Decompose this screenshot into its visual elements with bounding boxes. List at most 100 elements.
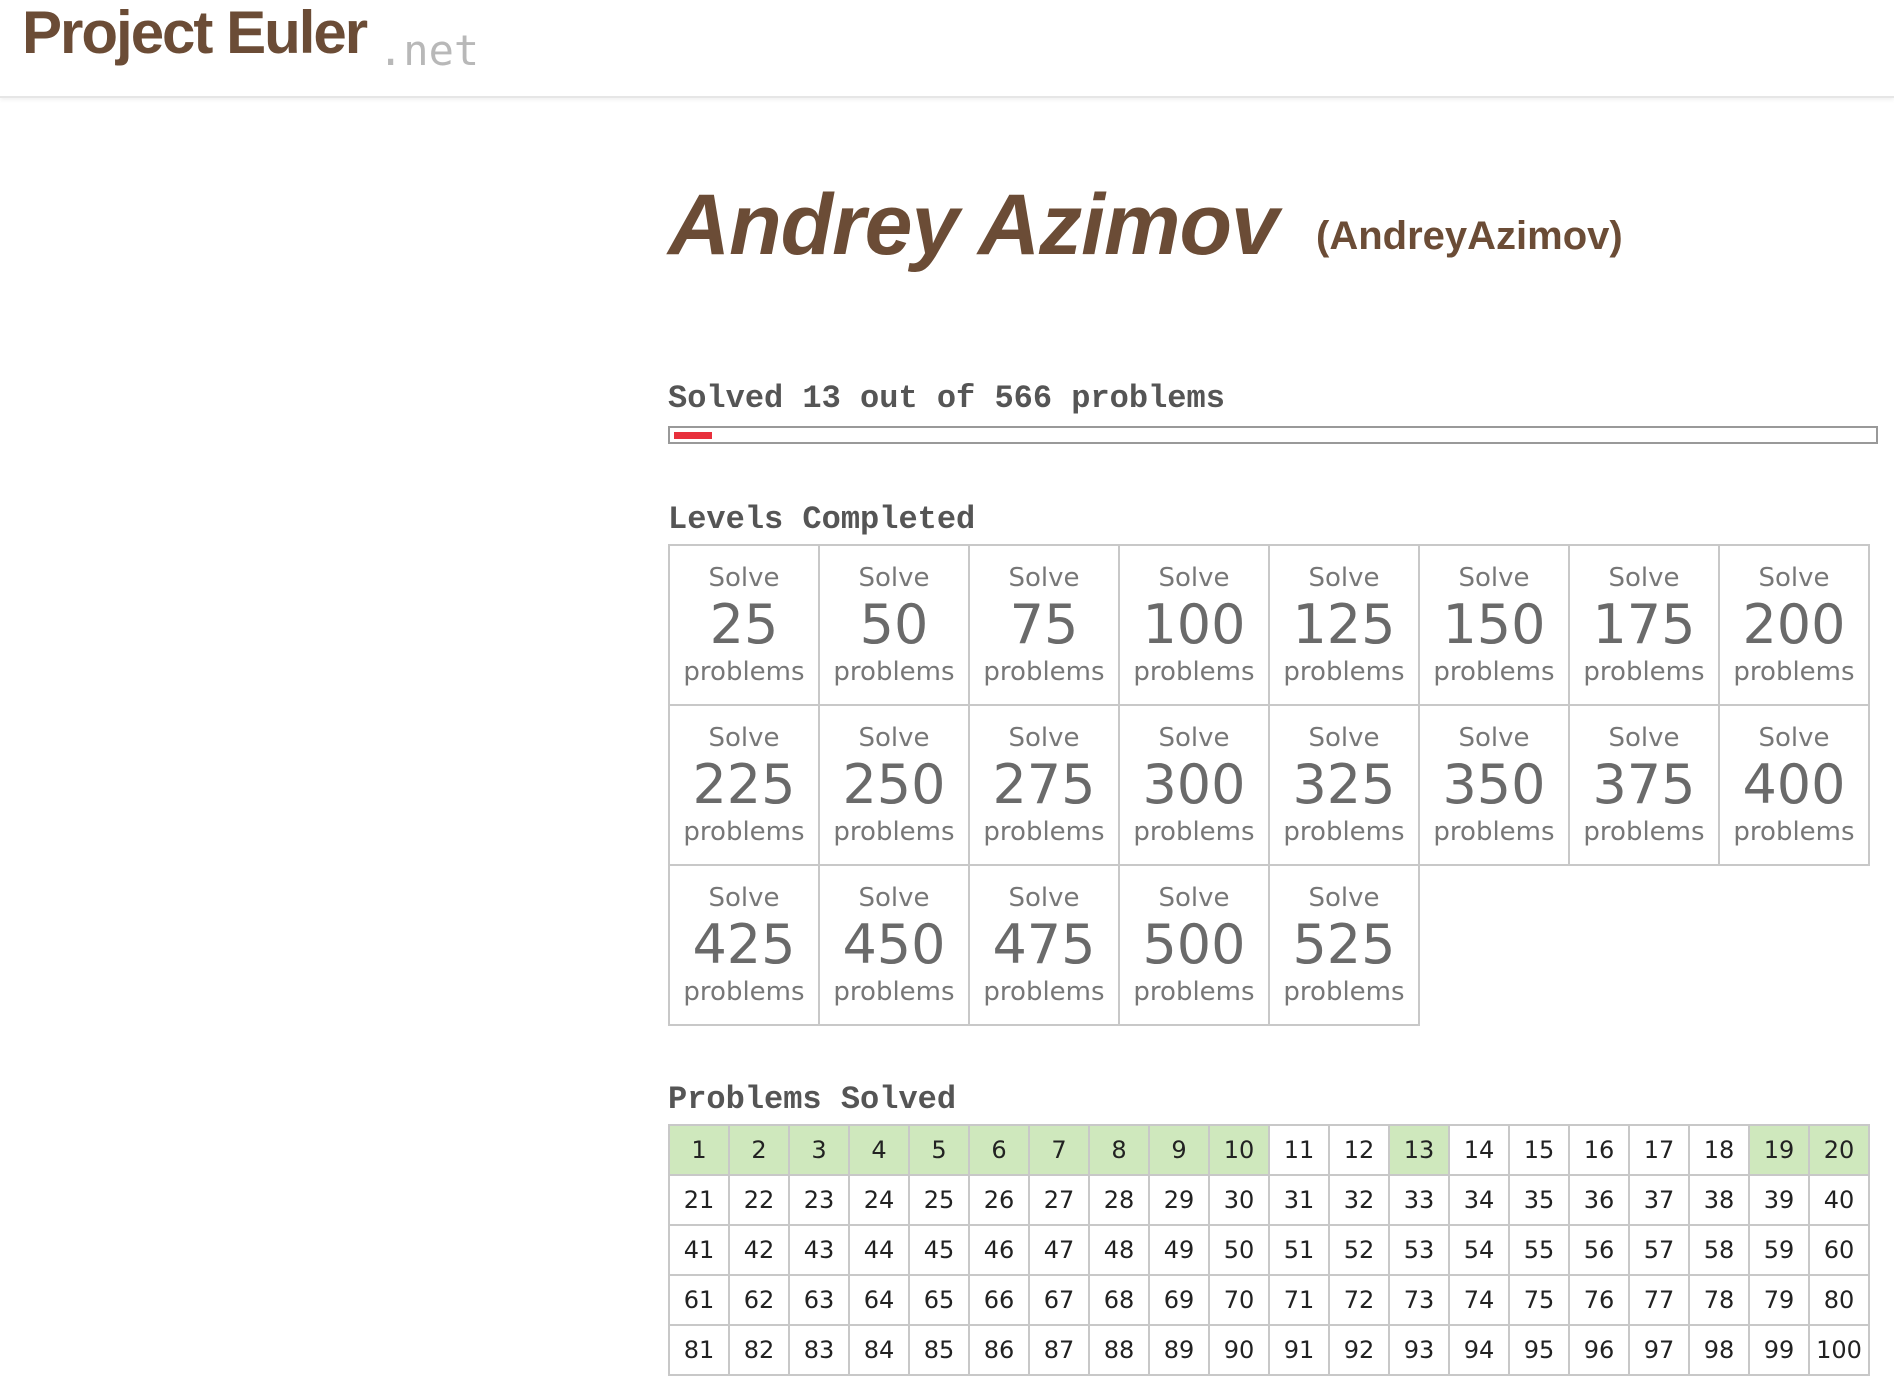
problem-cell[interactable]: 21 <box>670 1176 730 1226</box>
problem-cell-solved[interactable]: 13 <box>1390 1126 1450 1176</box>
problem-cell[interactable]: 76 <box>1570 1276 1630 1326</box>
problem-cell[interactable]: 91 <box>1270 1326 1330 1376</box>
problem-cell[interactable]: 65 <box>910 1276 970 1326</box>
problem-cell[interactable]: 56 <box>1570 1226 1630 1276</box>
problem-cell[interactable]: 88 <box>1090 1326 1150 1376</box>
problem-cell[interactable]: 66 <box>970 1276 1030 1326</box>
problem-cell[interactable]: 29 <box>1150 1176 1210 1226</box>
problem-cell[interactable]: 99 <box>1750 1326 1810 1376</box>
problem-cell-solved[interactable]: 8 <box>1090 1126 1150 1176</box>
problem-cell[interactable]: 90 <box>1210 1326 1270 1376</box>
problem-cell[interactable]: 61 <box>670 1276 730 1326</box>
problem-cell-solved[interactable]: 20 <box>1810 1126 1870 1176</box>
problem-cell[interactable]: 94 <box>1450 1326 1510 1376</box>
problem-cell[interactable]: 49 <box>1150 1226 1210 1276</box>
problem-cell[interactable]: 16 <box>1570 1126 1630 1176</box>
problem-cell[interactable]: 46 <box>970 1226 1030 1276</box>
problem-cell-solved[interactable]: 9 <box>1150 1126 1210 1176</box>
problem-cell[interactable]: 45 <box>910 1226 970 1276</box>
problem-cell[interactable]: 22 <box>730 1176 790 1226</box>
problem-cell[interactable]: 15 <box>1510 1126 1570 1176</box>
problem-cell-solved[interactable]: 4 <box>850 1126 910 1176</box>
problem-cell[interactable]: 92 <box>1330 1326 1390 1376</box>
problem-cell-solved[interactable]: 19 <box>1750 1126 1810 1176</box>
problem-cell[interactable]: 59 <box>1750 1226 1810 1276</box>
problem-cell[interactable]: 36 <box>1570 1176 1630 1226</box>
problem-cell[interactable]: 68 <box>1090 1276 1150 1326</box>
problem-cell[interactable]: 23 <box>790 1176 850 1226</box>
problem-cell[interactable]: 42 <box>730 1226 790 1276</box>
problem-cell[interactable]: 60 <box>1810 1226 1870 1276</box>
problem-cell[interactable]: 73 <box>1390 1276 1450 1326</box>
problem-cell[interactable]: 47 <box>1030 1226 1090 1276</box>
problem-cell[interactable]: 62 <box>730 1276 790 1326</box>
problem-cell[interactable]: 28 <box>1090 1176 1150 1226</box>
problem-cell[interactable]: 55 <box>1510 1226 1570 1276</box>
problem-cell[interactable]: 81 <box>670 1326 730 1376</box>
problem-cell[interactable]: 85 <box>910 1326 970 1376</box>
problem-cell[interactable]: 27 <box>1030 1176 1090 1226</box>
problem-cell[interactable]: 32 <box>1330 1176 1390 1226</box>
problem-cell-solved[interactable]: 6 <box>970 1126 1030 1176</box>
problem-cell[interactable]: 38 <box>1690 1176 1750 1226</box>
problem-cell[interactable]: 67 <box>1030 1276 1090 1326</box>
problem-cell-solved[interactable]: 7 <box>1030 1126 1090 1176</box>
problem-cell[interactable]: 24 <box>850 1176 910 1226</box>
problem-cell[interactable]: 58 <box>1690 1226 1750 1276</box>
problem-cell[interactable]: 71 <box>1270 1276 1330 1326</box>
problem-cell[interactable]: 50 <box>1210 1226 1270 1276</box>
problem-cell[interactable]: 30 <box>1210 1176 1270 1226</box>
problem-cell[interactable]: 12 <box>1330 1126 1390 1176</box>
problem-cell[interactable]: 43 <box>790 1226 850 1276</box>
problem-cell[interactable]: 35 <box>1510 1176 1570 1226</box>
problem-cell[interactable]: 89 <box>1150 1326 1210 1376</box>
problem-cell[interactable]: 69 <box>1150 1276 1210 1326</box>
problem-cell[interactable]: 82 <box>730 1326 790 1376</box>
problem-cell[interactable]: 17 <box>1630 1126 1690 1176</box>
problem-cell[interactable]: 14 <box>1450 1126 1510 1176</box>
problem-cell[interactable]: 93 <box>1390 1326 1450 1376</box>
problem-cell[interactable]: 33 <box>1390 1176 1450 1226</box>
problem-cell[interactable]: 87 <box>1030 1326 1090 1376</box>
problem-cell[interactable]: 39 <box>1750 1176 1810 1226</box>
problem-cell[interactable]: 40 <box>1810 1176 1870 1226</box>
problem-cell[interactable]: 63 <box>790 1276 850 1326</box>
problem-cell[interactable]: 53 <box>1390 1226 1450 1276</box>
problem-cell[interactable]: 74 <box>1450 1276 1510 1326</box>
problem-cell[interactable]: 44 <box>850 1226 910 1276</box>
problem-cell[interactable]: 31 <box>1270 1176 1330 1226</box>
problem-cell[interactable]: 79 <box>1750 1276 1810 1326</box>
problem-cell[interactable]: 48 <box>1090 1226 1150 1276</box>
problem-cell[interactable]: 98 <box>1690 1326 1750 1376</box>
problem-cell[interactable]: 80 <box>1810 1276 1870 1326</box>
problem-cell[interactable]: 70 <box>1210 1276 1270 1326</box>
site-logo[interactable]: Project Euler <box>22 0 368 67</box>
problem-cell[interactable]: 100 <box>1810 1326 1870 1376</box>
problem-cell-solved[interactable]: 1 <box>670 1126 730 1176</box>
problem-cell[interactable]: 52 <box>1330 1226 1390 1276</box>
problem-cell-solved[interactable]: 3 <box>790 1126 850 1176</box>
problem-cell[interactable]: 51 <box>1270 1226 1330 1276</box>
problem-cell[interactable]: 11 <box>1270 1126 1330 1176</box>
problem-cell[interactable]: 75 <box>1510 1276 1570 1326</box>
problem-cell-solved[interactable]: 2 <box>730 1126 790 1176</box>
problem-cell-solved[interactable]: 5 <box>910 1126 970 1176</box>
problem-cell[interactable]: 64 <box>850 1276 910 1326</box>
problem-cell-solved[interactable]: 10 <box>1210 1126 1270 1176</box>
problem-cell[interactable]: 97 <box>1630 1326 1690 1376</box>
problem-cell[interactable]: 95 <box>1510 1326 1570 1376</box>
problem-cell[interactable]: 34 <box>1450 1176 1510 1226</box>
problem-cell[interactable]: 26 <box>970 1176 1030 1226</box>
problem-cell[interactable]: 54 <box>1450 1226 1510 1276</box>
problem-cell[interactable]: 57 <box>1630 1226 1690 1276</box>
problem-cell[interactable]: 83 <box>790 1326 850 1376</box>
problem-cell[interactable]: 84 <box>850 1326 910 1376</box>
problem-cell[interactable]: 41 <box>670 1226 730 1276</box>
problem-cell[interactable]: 86 <box>970 1326 1030 1376</box>
problem-cell[interactable]: 37 <box>1630 1176 1690 1226</box>
problem-cell[interactable]: 78 <box>1690 1276 1750 1326</box>
problem-cell[interactable]: 18 <box>1690 1126 1750 1176</box>
problem-cell[interactable]: 96 <box>1570 1326 1630 1376</box>
problem-cell[interactable]: 72 <box>1330 1276 1390 1326</box>
problem-cell[interactable]: 77 <box>1630 1276 1690 1326</box>
